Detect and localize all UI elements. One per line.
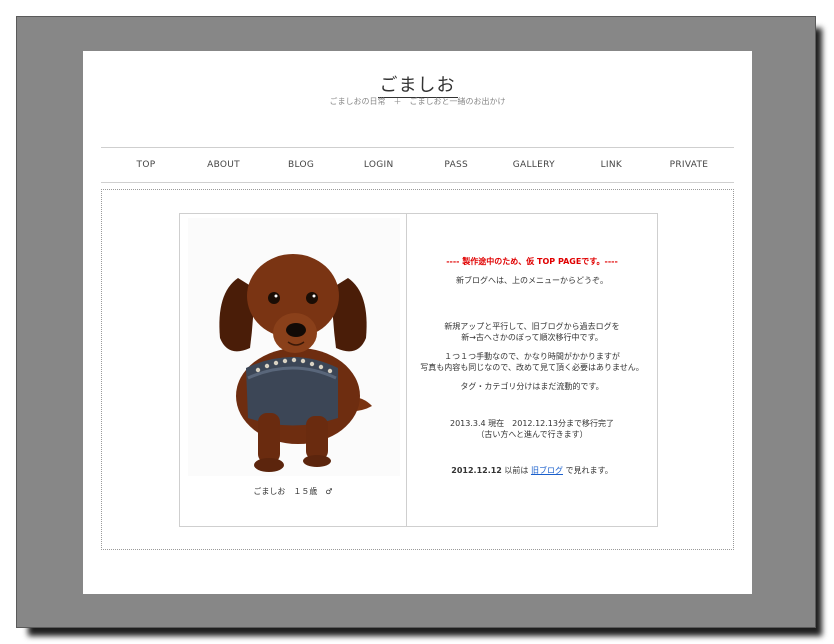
dog-photo xyxy=(188,218,400,476)
nav-item-link[interactable]: LINK xyxy=(581,160,641,170)
nav-item-private[interactable]: PRIVATE xyxy=(659,160,719,170)
nav-item-top[interactable]: TOP xyxy=(116,160,176,170)
old-blog-notice: 2012.12.12 以前は 旧ブログ で見れます。 xyxy=(407,465,657,476)
notice-line-2b: 新→古へさかのぼって順次移行中です。 xyxy=(461,333,603,342)
notice-line-1: 新ブログへは、上のメニューからどうぞ。 xyxy=(456,276,608,285)
nav-item-pass[interactable]: PASS xyxy=(426,160,486,170)
old-blog-mid: 以前は xyxy=(501,466,531,475)
profile-column: ごましお １５歳 ♂ xyxy=(180,214,407,526)
notice-column: ---- 製作途中のため、仮 TOP PAGEです。---- 新ブログへは、上の… xyxy=(407,214,657,526)
nav-item-gallery[interactable]: GALLERY xyxy=(504,160,564,170)
nav-item-blog[interactable]: BLOG xyxy=(271,160,331,170)
dog-caption: ごましお １５歳 ♂ xyxy=(253,487,333,496)
page: ごましお ごましおの日常 ＋ ごましおと一緒のお出かけ TOP ABOUT BL… xyxy=(83,51,752,594)
intro-panel: ごましお １５歳 ♂ ---- 製作途中のため、仮 TOP PAGEです。---… xyxy=(179,213,658,527)
site-title-text[interactable]: ごましお xyxy=(377,75,458,98)
old-blog-date: 2012.12.12 xyxy=(451,466,502,475)
notice-headline: ---- 製作途中のため、仮 TOP PAGEです。---- xyxy=(446,257,618,266)
nav-item-login[interactable]: LOGIN xyxy=(349,160,409,170)
notice-line-4: タグ・カテゴリ分けはまだ流動的です。 xyxy=(460,382,604,391)
old-blog-end: で見れます。 xyxy=(562,466,613,475)
notice-line-5b: （古い方へと進んで行きます） xyxy=(476,430,588,439)
notice-line-3b: 写真も内容も同じなので、改めて見て頂く必要はありません。 xyxy=(420,363,644,372)
nav-item-about[interactable]: ABOUT xyxy=(194,160,254,170)
content-area: ごましお １５歳 ♂ ---- 製作途中のため、仮 TOP PAGEです。---… xyxy=(101,189,734,550)
notice-line-2a: 新規アップと平行して、旧ブログから過去ログを xyxy=(444,322,620,331)
main-nav: TOP ABOUT BLOG LOGIN PASS GALLERY LINK P… xyxy=(101,147,734,183)
old-blog-link[interactable]: 旧ブログ xyxy=(531,466,563,475)
notice-line-5a: 2013.3.4 現在 2012.12.13分まで移行完了 xyxy=(450,419,614,428)
site-tagline: ごましおの日常 ＋ ごましおと一緒のお出かけ xyxy=(329,97,506,106)
site-title[interactable]: ごましお xyxy=(83,71,752,98)
notice-line-3a: １つ１つ手動なので、かなり時間がかかりますが xyxy=(444,352,620,361)
